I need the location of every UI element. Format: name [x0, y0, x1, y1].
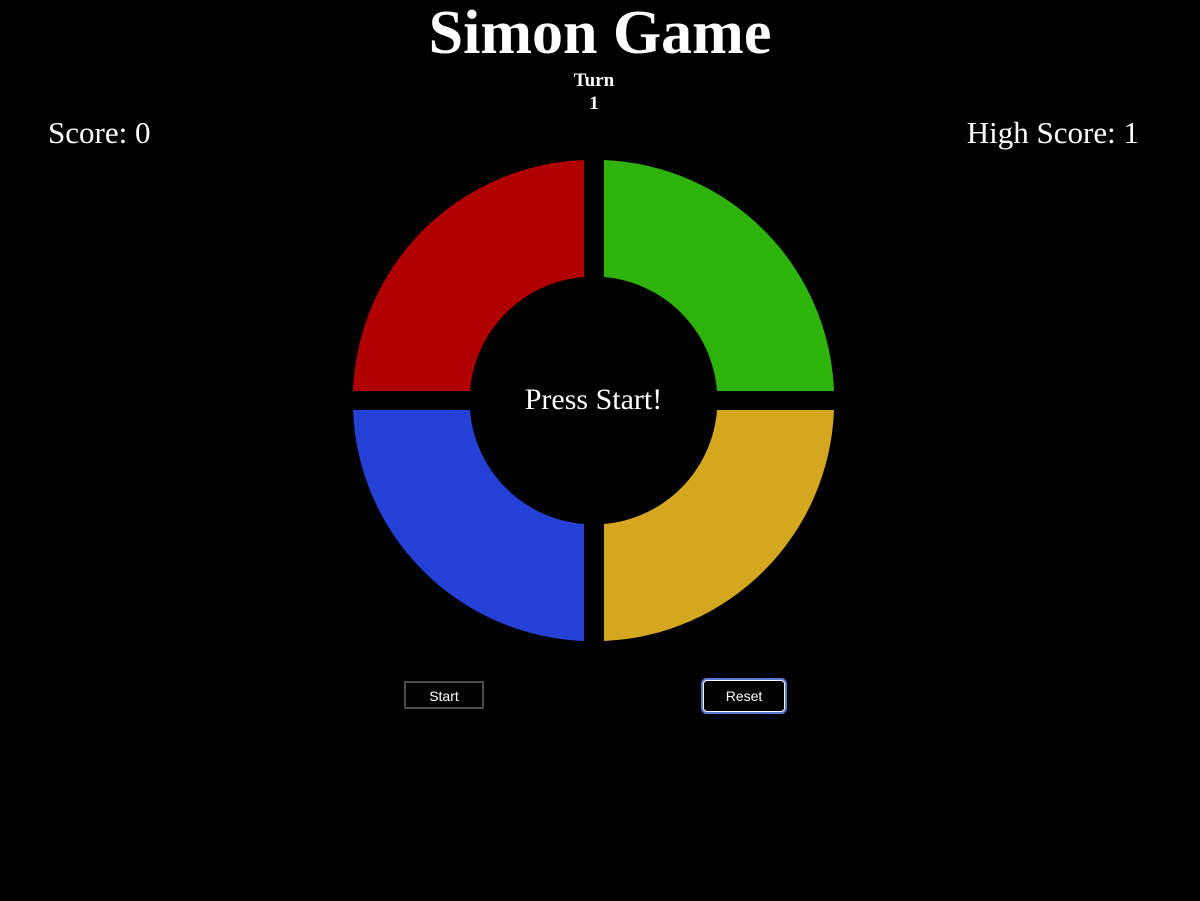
turn-indicator: Turn 1 — [0, 69, 1188, 115]
score-display: Score: 0 — [48, 115, 151, 150]
yellow-pad[interactable] — [604, 410, 834, 641]
start-button[interactable]: Start — [404, 681, 484, 709]
reset-button[interactable]: Reset — [703, 680, 785, 712]
green-pad[interactable] — [604, 160, 834, 391]
board-svg — [353, 160, 834, 641]
blue-pad[interactable] — [353, 410, 584, 641]
turn-label: Turn — [573, 70, 615, 91]
red-pad[interactable] — [353, 160, 584, 391]
turn-value: 1 — [589, 93, 599, 114]
high-score-display: High Score: 1 — [966, 115, 1139, 150]
simon-board: Press Start! — [353, 160, 834, 641]
game-title: Simon Game — [428, 0, 772, 67]
